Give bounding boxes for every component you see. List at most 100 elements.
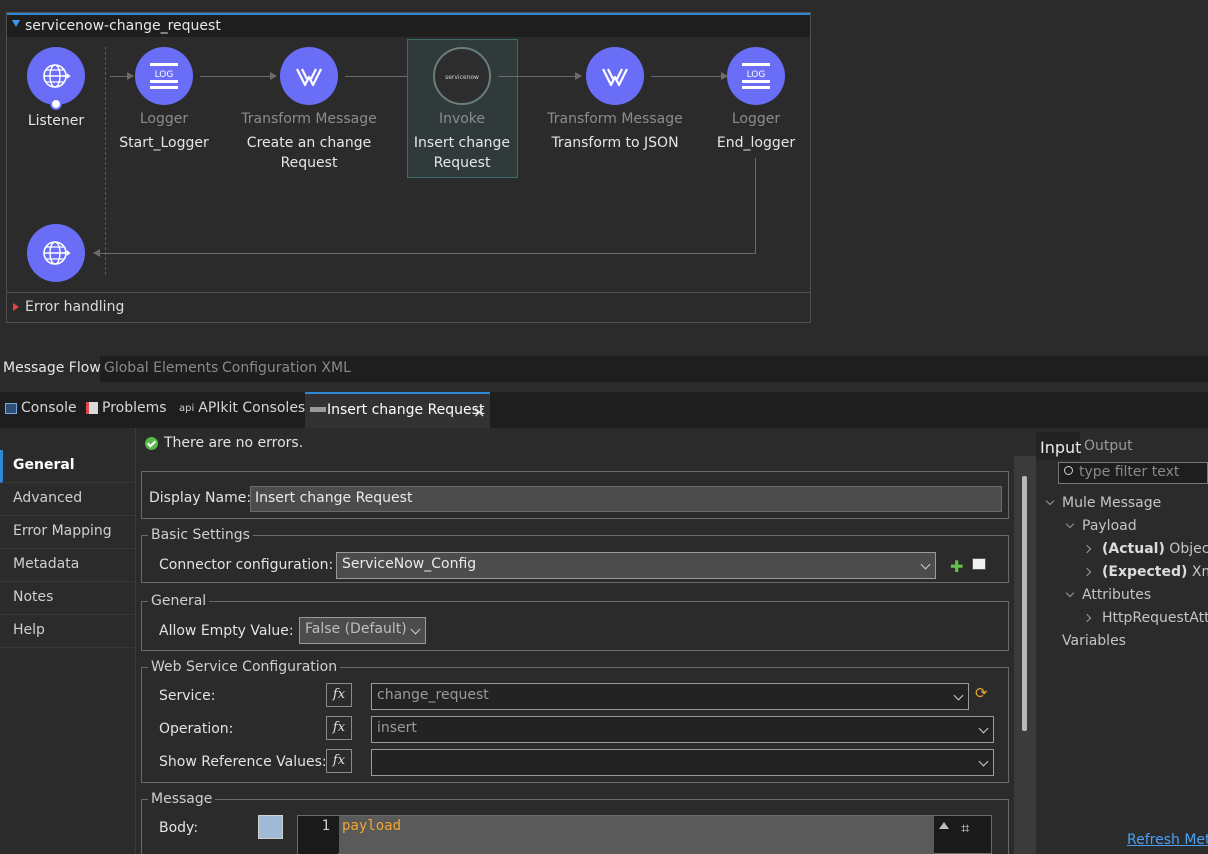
refresh-metadata-link[interactable]: Refresh Metadata <box>1127 832 1208 848</box>
node-type: Transform Message <box>547 111 683 127</box>
transform-message-node[interactable] <box>280 47 338 105</box>
start-logger-node[interactable]: LOG <box>135 47 193 105</box>
code-line[interactable]: payload <box>339 816 934 854</box>
svg-text:LOG: LOG <box>155 70 174 80</box>
scroll-up-icon[interactable] <box>939 822 949 829</box>
tab-insert-change-request[interactable]: Insert change Request × <box>305 392 490 428</box>
metadata-filter-input[interactable]: type filter text <box>1058 462 1208 484</box>
nav-metadata[interactable]: Metadata <box>0 549 135 582</box>
edit-config-icon[interactable] <box>972 558 986 570</box>
flow-header[interactable]: servicenow-change_request <box>7 13 810 37</box>
tab-apikit-consoles[interactable]: api APIkit Consoles <box>179 400 305 416</box>
vertical-scrollbar[interactable] <box>1014 456 1036 854</box>
web-service-config-group: Web Service Configuration Service: fx ch… <box>141 659 1009 783</box>
tree-variables[interactable]: Variables <box>1062 633 1126 649</box>
metadata-panel: Input Output type filter text Mule Messa… <box>1036 428 1208 854</box>
close-icon[interactable]: × <box>473 403 486 421</box>
chevron-right-icon[interactable] <box>1082 567 1092 577</box>
node-name: Insert change Request <box>413 135 511 171</box>
tree-actual-payload[interactable]: (Actual) Object <box>1102 541 1208 557</box>
node-type: Logger <box>731 111 781 127</box>
expression-mode-icon[interactable] <box>258 815 283 839</box>
error-handling-bar[interactable]: Error handling <box>7 292 810 322</box>
body-code-editor[interactable]: 1 payload ⌗ <box>297 815 992 854</box>
problems-icon <box>86 402 98 414</box>
operation-select[interactable]: insert <box>371 716 994 743</box>
transform-to-json-node[interactable] <box>586 47 644 105</box>
chevron-down-icon[interactable] <box>1045 496 1055 506</box>
tab-global-elements[interactable]: Global Elements <box>104 360 218 376</box>
chevron-down-icon[interactable] <box>1065 588 1075 598</box>
fx-toggle-button[interactable]: fx <box>326 683 352 707</box>
node-name: Create an change Request <box>246 135 372 171</box>
chevron-right-icon[interactable] <box>1082 544 1092 554</box>
drag-mapping-icon[interactable]: ⌗ <box>961 819 981 839</box>
return-arrowhead-icon <box>93 249 100 257</box>
tree-mule-message[interactable]: Mule Message <box>1062 495 1161 511</box>
dataweave-icon <box>296 68 322 87</box>
collapse-triangle-icon[interactable] <box>12 20 20 27</box>
end-logger-node[interactable]: LOG <box>727 47 785 105</box>
invoke-node[interactable]: servicenow <box>433 47 491 105</box>
nav-error-mapping[interactable]: Error Mapping <box>0 516 135 549</box>
node-name: End_logger <box>716 135 796 151</box>
display-name-input[interactable]: Insert change Request <box>250 486 1002 512</box>
tab-input[interactable]: Input <box>1036 432 1081 460</box>
globe-icon <box>43 241 71 265</box>
listener-node[interactable] <box>27 47 85 105</box>
globe-icon <box>43 64 71 88</box>
log-icon: LOG <box>150 63 178 89</box>
ok-check-icon <box>145 437 158 450</box>
tab-label: Console <box>21 400 77 416</box>
add-config-icon[interactable]: ✚ <box>950 557 963 576</box>
connector-config-select[interactable]: ServiceNow_Config <box>336 552 936 579</box>
nav-advanced[interactable]: Advanced <box>0 483 135 516</box>
tree-payload[interactable]: Payload <box>1082 518 1137 534</box>
tab-label: Problems <box>102 400 167 416</box>
chevron-down-icon <box>920 559 931 570</box>
service-select[interactable]: change_request <box>371 683 969 710</box>
line-number: 1 <box>298 816 338 854</box>
tree-attributes[interactable]: Attributes <box>1082 587 1151 603</box>
node-name: Start_Logger <box>119 135 209 151</box>
servicenow-tab-icon <box>310 407 326 412</box>
refresh-values-icon[interactable]: ⟳ <box>975 684 988 702</box>
chevron-right-icon[interactable] <box>1082 613 1092 623</box>
tree-http-request-attributes[interactable]: HttpRequestAttributes <box>1102 610 1208 626</box>
allow-empty-label: Allow Empty Value: <box>159 623 294 639</box>
editor-tabs: Message Flow Global Elements Configurati… <box>0 356 1208 382</box>
nav-help[interactable]: Help <box>0 615 135 648</box>
log-icon: LOG <box>742 63 770 89</box>
node-type: Invoke <box>438 111 486 127</box>
show-reference-values-select[interactable] <box>371 749 994 776</box>
expand-triangle-icon[interactable] <box>13 303 19 311</box>
tab-label: APIkit Consoles <box>198 400 306 416</box>
listener-response-node[interactable] <box>27 224 85 282</box>
fx-toggle-button[interactable]: fx <box>326 716 352 740</box>
search-icon <box>1064 466 1073 475</box>
service-label: Service: <box>159 688 216 704</box>
servicenow-logo-icon: servicenow <box>445 74 479 81</box>
node-type: Transform Message <box>241 111 377 127</box>
tab-problems[interactable]: Problems <box>86 400 167 416</box>
tab-configuration-xml[interactable]: Configuration XML <box>222 360 351 376</box>
console-icon <box>5 402 17 414</box>
tree-expected-payload[interactable]: (Expected) Xml <box>1102 564 1208 580</box>
scrollbar-thumb[interactable] <box>1022 476 1027 731</box>
chevron-down-icon[interactable] <box>1065 519 1075 529</box>
tab-output[interactable]: Output <box>1084 438 1133 454</box>
nav-notes[interactable]: Notes <box>0 582 135 615</box>
flow-arrow <box>651 72 728 80</box>
select-value: False (Default) <box>305 621 407 637</box>
tab-console[interactable]: Console <box>5 400 77 416</box>
node-name: Listener <box>27 113 85 129</box>
tab-label: Insert change Request <box>327 402 485 418</box>
allow-empty-select[interactable]: False (Default) <box>299 617 426 644</box>
svg-text:servicenow: servicenow <box>445 74 479 81</box>
api-icon: api <box>179 402 195 414</box>
node-type: Logger <box>139 111 189 127</box>
return-line <box>755 158 756 254</box>
tab-message-flow[interactable]: Message Flow <box>3 360 101 376</box>
fx-toggle-button[interactable]: fx <box>326 749 352 773</box>
nav-general[interactable]: General <box>0 450 135 483</box>
